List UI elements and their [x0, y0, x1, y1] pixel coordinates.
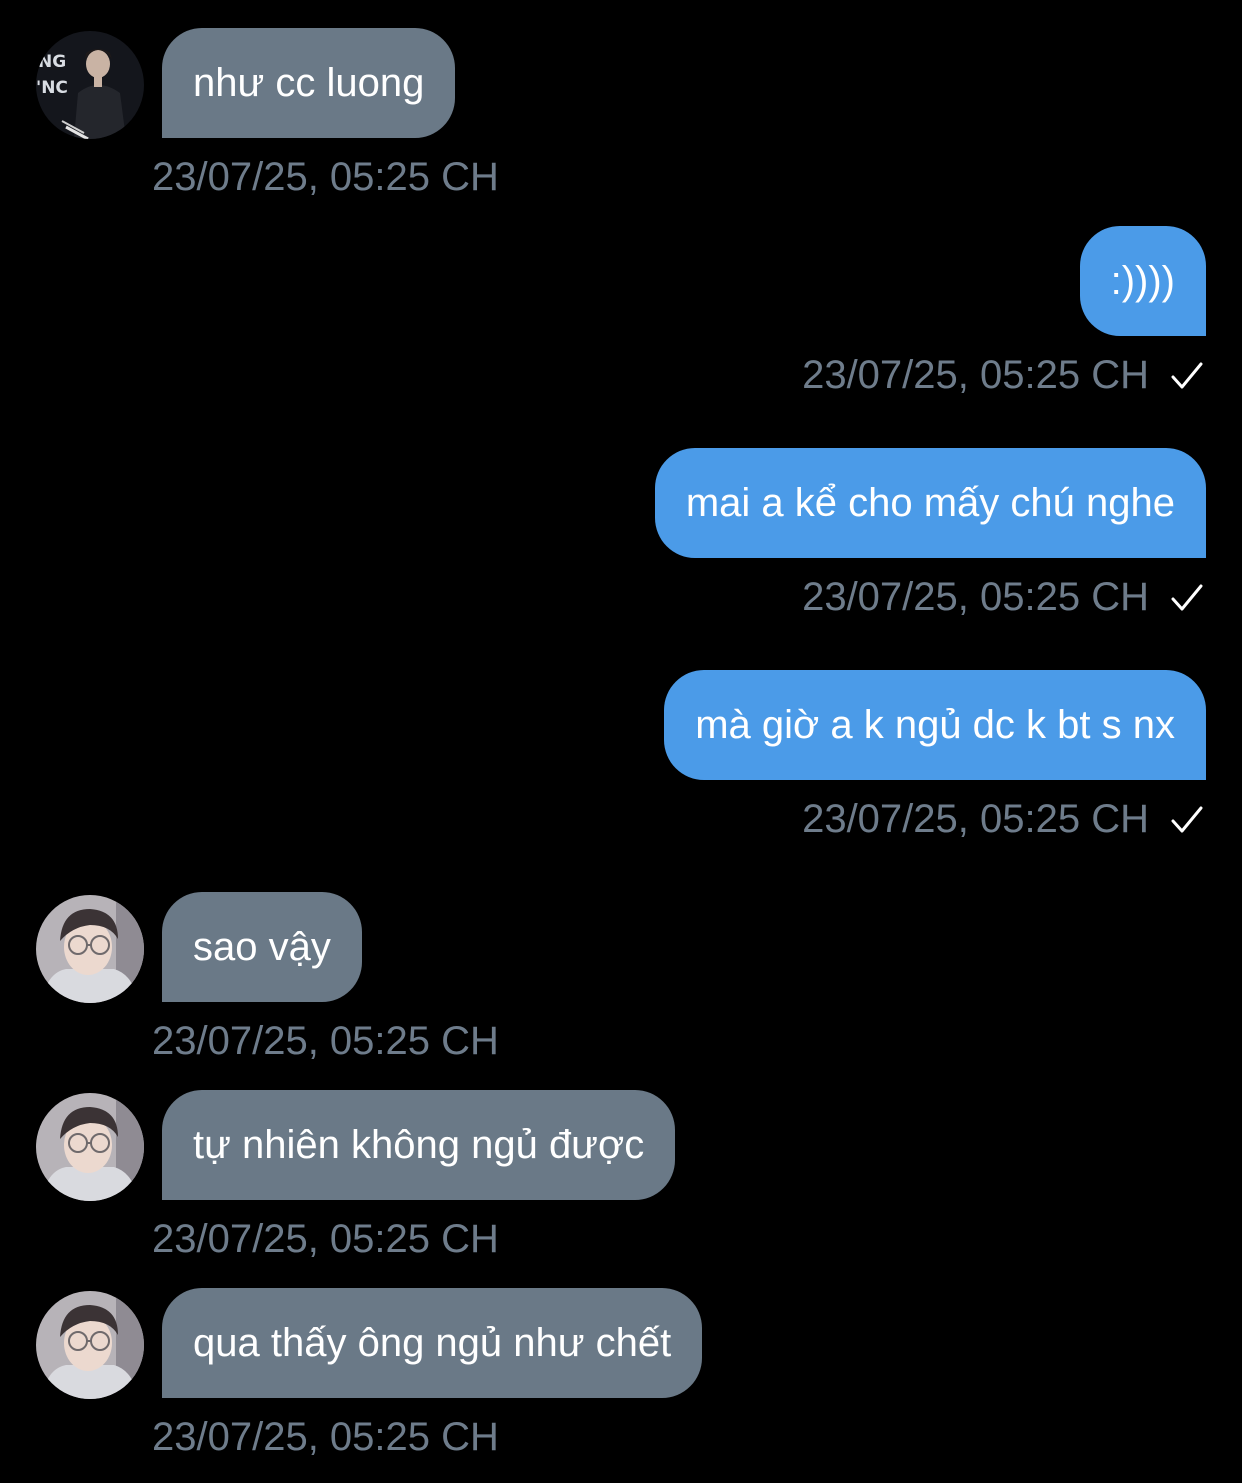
message-text: tự nhiên không ngủ được	[193, 1123, 645, 1167]
message-bubble[interactable]: như cc luong	[162, 28, 456, 138]
check-icon	[1170, 805, 1204, 835]
message-timestamp: 23/07/25, 05:25 CH	[152, 155, 499, 199]
sender-avatar[interactable]	[36, 1291, 144, 1399]
message-text: mai a kể cho mấy chú nghe	[685, 481, 1175, 525]
sender-avatar[interactable]: NG 'NC	[36, 31, 144, 139]
sender-avatar[interactable]	[36, 895, 144, 1003]
check-icon	[1170, 583, 1204, 613]
svg-text:'NC: 'NC	[36, 78, 68, 98]
message-timestamp: 23/07/25, 05:25 CH	[802, 353, 1149, 397]
message-bubble[interactable]: qua thấy ông ngủ như chết	[162, 1288, 703, 1398]
message-timestamp: 23/07/25, 05:25 CH	[152, 1019, 499, 1063]
message-text: qua thấy ông ngủ như chết	[193, 1321, 672, 1365]
sender-avatar[interactable]	[36, 1093, 144, 1201]
message-text: :))))	[1110, 259, 1175, 303]
message-bubble[interactable]: :))))	[1079, 226, 1206, 336]
message-timestamp: 23/07/25, 05:25 CH	[802, 575, 1149, 619]
message-bubble[interactable]: tự nhiên không ngủ được	[162, 1090, 676, 1200]
message-bubble[interactable]: mà giờ a k ngủ dc k bt s nx	[664, 670, 1206, 780]
message-timestamp: 23/07/25, 05:25 CH	[802, 797, 1149, 841]
svg-text:NG: NG	[38, 52, 66, 72]
check-icon	[1170, 361, 1204, 391]
message-text: mà giờ a k ngủ dc k bt s nx	[695, 703, 1175, 747]
message-text: sao vậy	[193, 925, 331, 969]
message-timestamp: 23/07/25, 05:25 CH	[152, 1217, 499, 1261]
message-bubble[interactable]: sao vậy	[162, 892, 362, 1002]
message-timestamp: 23/07/25, 05:25 CH	[152, 1415, 499, 1459]
message-text: như cc luong	[193, 61, 425, 105]
message-bubble[interactable]: mai a kể cho mấy chú nghe	[654, 448, 1206, 558]
